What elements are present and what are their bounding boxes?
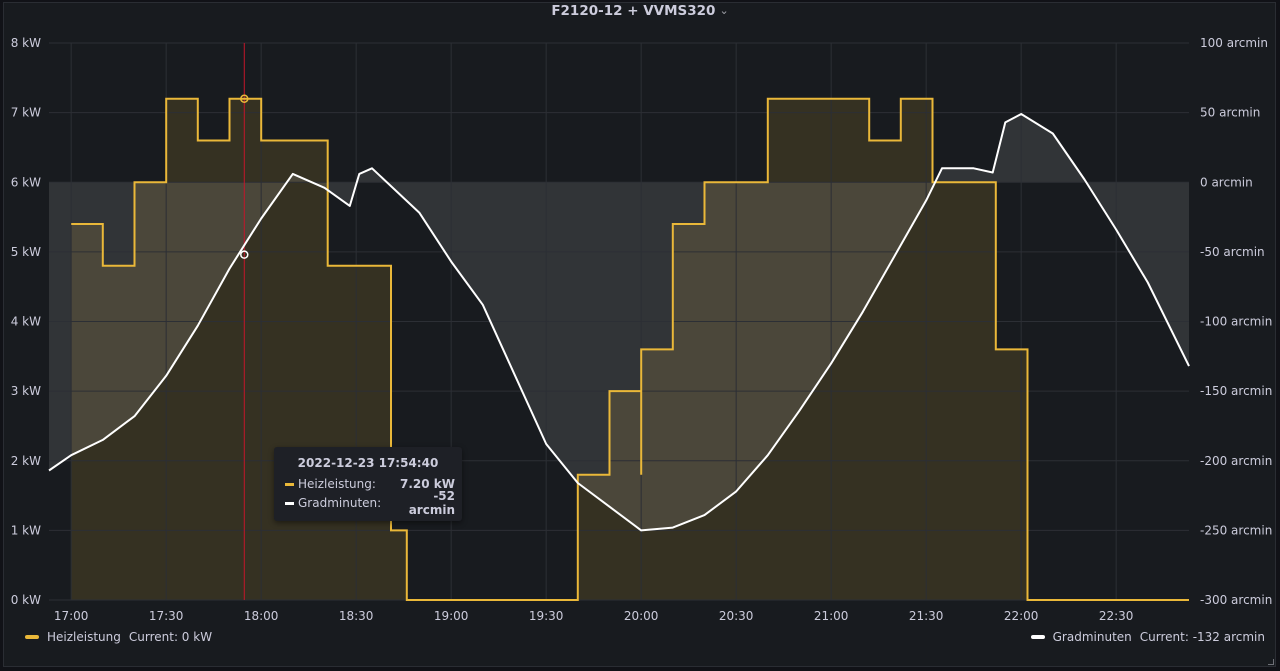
y-left-tick-label: 6 kW (11, 175, 41, 189)
y-left-tick-label: 8 kW (11, 36, 41, 50)
y-right-tick-label: -250 arcmin (1200, 523, 1272, 537)
x-tick-label: 17:30 (149, 609, 184, 623)
x-tick-label: 18:00 (244, 609, 279, 623)
legend-series-name[interactable]: Gradminuten (1053, 630, 1132, 644)
legend-item-heizleistung[interactable]: Heizleistung Current: 0 kW (25, 630, 212, 644)
tooltip-label: Heizleistung: (298, 477, 376, 491)
y-left-tick-label: 3 kW (11, 384, 41, 398)
tooltip-time: 2022-12-23 17:54:40 (297, 456, 439, 470)
y-axis-right: -300 arcmin -250 arcmin -200 arcmin -150 ar… (1200, 36, 1272, 607)
y-right-tick-label: -150 arcmin (1200, 384, 1272, 398)
legend-swatch (25, 635, 39, 639)
x-tick-label: 21:30 (909, 609, 944, 623)
legend-item-gradminuten[interactable]: Gradminuten Current: -132 arcmin (1030, 630, 1265, 644)
y-right-tick-label: -200 arcmin (1200, 454, 1272, 468)
y-left-tick-label: 1 kW (11, 523, 41, 537)
x-tick-label: 22:30 (1099, 609, 1134, 623)
tooltip-row-gradminuten: Gradminuten: -52 arcmin (285, 489, 455, 517)
y-left-tick-label: 7 kW (11, 106, 41, 120)
x-tick-label: 17:00 (54, 609, 89, 623)
y-axis-left: 0 kW 1 kW 2 kW 3 kW 4 kW 5 kW 6 kW 7 kW 8 kW (11, 36, 41, 607)
y-right-tick-label: 0 arcmin (1200, 175, 1253, 189)
y-left-tick-label: 2 kW (11, 454, 41, 468)
y-left-tick-label: 5 kW (11, 245, 41, 259)
y-right-tick-label: -300 arcmin (1200, 593, 1272, 607)
hover-tooltip: 2022-12-23 17:54:40 Heizleistung: 7.20 k… (274, 447, 462, 521)
legend-current-value: Current: -132 arcmin (1139, 630, 1265, 644)
x-axis: 17:00 17:30 18:00 18:30 19:00 19:30 20:00 20:30… (54, 609, 1134, 623)
chart-area[interactable]: 0 kW 1 kW 2 kW 3 kW 4 kW 5 kW 6 kW 7 kW 8 kW -30… (0, 0, 1280, 671)
x-tick-label: 19:30 (529, 609, 564, 623)
x-tick-label: 20:30 (719, 609, 754, 623)
y-left-tick-label: 0 kW (11, 593, 41, 607)
legend-series-name[interactable]: Heizleistung (47, 630, 121, 644)
x-tick-label: 20:00 (624, 609, 659, 623)
x-tick-label: 19:00 (434, 609, 469, 623)
tooltip-swatch-gradminuten (285, 501, 294, 505)
x-tick-label: 22:00 (1004, 609, 1039, 623)
y-right-tick-label: 50 arcmin (1200, 106, 1260, 120)
legend-current-value: Current: 0 kW (128, 630, 213, 644)
resize-handle-icon[interactable] (1268, 659, 1274, 665)
legend-swatch (1030, 635, 1045, 639)
tooltip-swatch-heizleistung (285, 482, 294, 486)
y-right-tick-label: -50 arcmin (1200, 245, 1265, 259)
tooltip-value: -52 arcmin (408, 489, 455, 517)
x-tick-label: 21:00 (814, 609, 849, 623)
x-tick-label: 18:30 (339, 609, 374, 623)
tooltip-label: Gradminuten: (298, 496, 382, 510)
y-right-tick-label: 100 arcmin (1200, 36, 1268, 50)
y-left-tick-label: 4 kW (11, 315, 41, 329)
y-right-tick-label: -100 arcmin (1200, 315, 1272, 329)
